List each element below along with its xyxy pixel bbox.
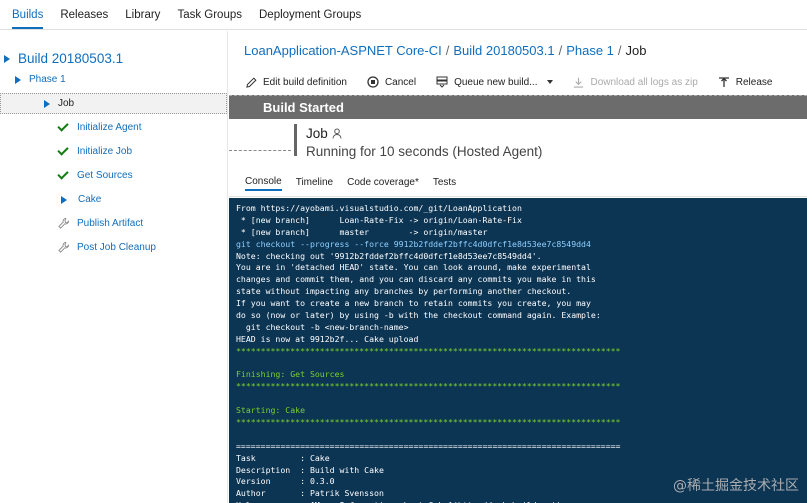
person-icon: [332, 128, 342, 139]
console-line: * [new branch] master -> origin/master: [236, 226, 488, 237]
tab-console[interactable]: Console: [245, 176, 282, 191]
tree-job-item[interactable]: Job: [0, 93, 227, 114]
step-initialize-agent[interactable]: Initialize Agent: [57, 120, 142, 133]
status-bar: [294, 124, 297, 156]
console-line: Note: checking out '9912b2fddef2bffc4d0d…: [236, 250, 542, 261]
console-line: ========================================…: [236, 440, 621, 451]
console-line: Task : Cake: [236, 452, 330, 463]
breadcrumb-build[interactable]: Build 20180503.1: [453, 43, 554, 58]
tab-tests[interactable]: Tests: [433, 177, 456, 190]
step-cake[interactable]: Cake: [58, 194, 101, 205]
build-tree-panel: Build 20180503.1 Phase 1 Job Initialize …: [0, 31, 228, 503]
expand-triangle-icon: [61, 195, 67, 204]
console-line: Finishing: Get Sources: [236, 369, 345, 380]
log-tabs: Console Timeline Code coverage* Tests: [229, 171, 807, 197]
edit-build-definition-label: Edit build definition: [263, 76, 347, 88]
breadcrumb-pipeline[interactable]: LoanApplication-ASPNET Core-CI: [244, 43, 442, 58]
watermark: @稀土掘金技术社区: [673, 478, 799, 494]
step-label: Get Sources: [77, 170, 133, 181]
main-panel: LoanApplication-ASPNET Core-CI / Build 201…: [229, 31, 807, 503]
console-line: Starting: Cake: [236, 405, 306, 416]
job-header: Job Running for 10 seconds (Hosted Agent…: [229, 124, 807, 164]
step-post-job-cleanup[interactable]: Post Job Cleanup: [58, 242, 156, 253]
wrench-icon: [58, 242, 69, 253]
job-status: Running for 10 seconds (Hosted Agent): [306, 144, 543, 159]
step-label: Cake: [78, 194, 102, 205]
console-line: git checkout --progress --force 9912b2fd…: [236, 238, 591, 249]
breadcrumb-separator: /: [617, 43, 622, 58]
step-label: Initialize Job: [77, 146, 133, 157]
expand-triangle-icon: [44, 99, 50, 108]
edit-build-definition-button[interactable]: Edit build definition: [246, 77, 347, 88]
step-initialize-job[interactable]: Initialize Job: [57, 144, 133, 157]
console-line: do so (now or later) by using -b with th…: [236, 310, 601, 321]
chevron-down-icon[interactable]: [547, 80, 554, 84]
expand-triangle-icon: [4, 54, 10, 63]
tab-deployment-groups[interactable]: Deployment Groups: [259, 9, 361, 29]
tab-library[interactable]: Library: [125, 9, 160, 29]
queue-new-build-label: Queue new build...: [454, 76, 538, 88]
tab-code-coverage[interactable]: Code coverage*: [347, 177, 419, 190]
console-line: changes and commit them, and you can dis…: [236, 274, 596, 285]
console-line: git checkout -b <new-branch-name>: [236, 321, 409, 332]
console-line: HEAD is now at 9912b2f... Cake upload: [236, 333, 419, 344]
tab-timeline[interactable]: Timeline: [296, 177, 333, 190]
breadcrumb-separator: /: [445, 43, 450, 58]
download-logs-label: Download all logs as zip: [590, 76, 698, 88]
release-icon: [718, 77, 729, 87]
build-status-banner: Build Started: [229, 95, 807, 119]
step-label: Initialize Agent: [77, 122, 142, 133]
tree-phase-label: Phase 1: [29, 74, 66, 85]
tree-build-label: Build 20180503.1: [18, 51, 124, 66]
tree-phase-item[interactable]: Phase 1: [15, 74, 66, 85]
step-label: Post Job Cleanup: [77, 242, 156, 253]
console-line: From https://ayobami.visualstudio.com/_g…: [236, 203, 522, 213]
queue-icon: [436, 76, 448, 88]
console-line: You are in 'detached HEAD' state. You ca…: [236, 262, 591, 273]
console-output[interactable]: From https://ayobami.visualstudio.com/_g…: [229, 198, 807, 503]
download-icon: [574, 77, 584, 88]
breadcrumb: LoanApplication-ASPNET Core-CI / Build 201…: [244, 43, 647, 58]
check-icon: [57, 168, 69, 180]
console-line: * [new branch] Loan-Rate-Fix -> origin/L…: [236, 214, 522, 225]
console-line: ****************************************…: [236, 381, 621, 392]
tree-build-item[interactable]: Build 20180503.1: [4, 51, 123, 66]
job-title: Job: [306, 126, 342, 141]
breadcrumb-phase[interactable]: Phase 1: [566, 43, 614, 58]
console-line: ****************************************…: [236, 345, 621, 356]
step-publish-artifact[interactable]: Publish Artifact: [58, 218, 143, 229]
tab-task-groups[interactable]: Task Groups: [177, 9, 242, 29]
divider: [229, 150, 291, 151]
tab-releases[interactable]: Releases: [60, 9, 108, 29]
download-logs-button[interactable]: Download all logs as zip: [573, 76, 698, 88]
cancel-label: Cancel: [384, 76, 417, 88]
wrench-icon: [58, 218, 69, 229]
top-nav: Builds Releases Library Task Groups Depl…: [0, 0, 807, 30]
queue-new-build-button[interactable]: Queue new build...: [436, 76, 554, 88]
expand-triangle-icon: [15, 75, 21, 84]
tab-builds[interactable]: Builds: [12, 9, 44, 29]
breadcrumb-separator: /: [558, 43, 563, 58]
step-get-sources[interactable]: Get Sources: [57, 168, 133, 181]
job-title-label: Job: [306, 126, 328, 141]
console-line: state without impacting any branches by …: [236, 286, 572, 297]
console-line: If you want to create a new branch to re…: [236, 298, 591, 309]
console-line: ****************************************…: [236, 417, 621, 428]
check-icon: [57, 120, 69, 132]
check-icon: [57, 144, 69, 156]
tree-job-label: Job: [58, 98, 75, 109]
toolbar: Edit build definition Cancel Queue new b…: [229, 71, 807, 93]
cancel-button[interactable]: Cancel: [367, 76, 416, 88]
breadcrumb-current: Job: [625, 43, 647, 58]
release-label: Release: [735, 76, 773, 88]
stop-icon: [367, 76, 379, 88]
pencil-icon: [246, 76, 257, 88]
release-button[interactable]: Release: [718, 76, 773, 88]
step-label: Publish Artifact: [77, 218, 144, 229]
